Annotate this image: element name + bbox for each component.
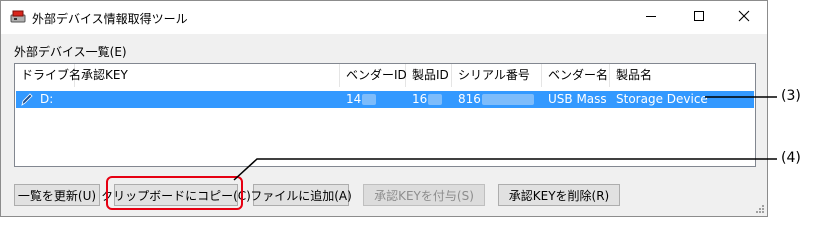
callout-4: (4) [781,150,801,166]
callout-3: (3) [781,88,801,104]
callout-lines [233,96,777,181]
